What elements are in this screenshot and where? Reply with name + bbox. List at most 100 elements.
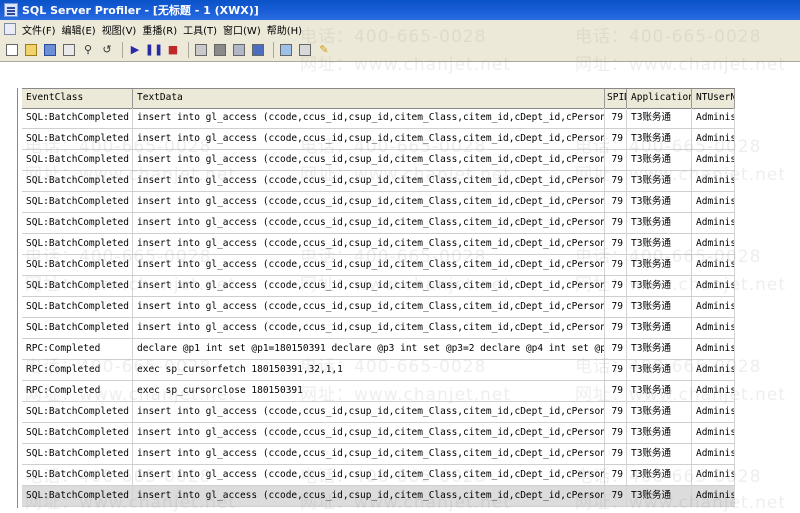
trace-row[interactable]: SQL:BatchCompleted insert into gl_access … [22, 276, 735, 297]
clear-icon[interactable]: ↺ [99, 42, 115, 58]
trace-row[interactable]: RPC:Completed exec sp_cursorfetch 1801503… [22, 360, 735, 381]
row-spid-cell: 79 [605, 213, 627, 233]
row-applicationname-cell: T3账务通 [627, 318, 692, 338]
row-ntusername-cell: Adminis... [692, 150, 735, 170]
row-applicationname-cell: T3账务通 [627, 402, 692, 422]
row-eventclass-cell: SQL:BatchCompleted [22, 423, 133, 443]
row-applicationname-cell: T3账务通 [627, 150, 692, 170]
row-spid-cell: 79 [605, 129, 627, 149]
grid-left-border [17, 88, 18, 508]
trace-row[interactable]: SQL:BatchCompleted insert into gl_access … [22, 255, 735, 276]
trace-row[interactable]: SQL:BatchCompleted insert into gl_access … [22, 129, 735, 150]
trace-row[interactable]: RPC:Completed declare @p1 int set @p1=180… [22, 339, 735, 360]
pencil-icon[interactable]: ✎ [316, 42, 332, 58]
row-spid-cell: 79 [605, 423, 627, 443]
document-window-icon[interactable] [4, 23, 16, 35]
row-spid-cell: 79 [605, 444, 627, 464]
row-ntusername-cell: Adminis... [692, 234, 735, 254]
trace-row[interactable]: SQL:BatchCompleted insert into gl_access … [22, 213, 735, 234]
row-ntusername-cell: Adminis... [692, 360, 735, 380]
columns-icon[interactable] [212, 42, 228, 58]
new-trace-icon[interactable] [4, 42, 20, 58]
column-header-applicationname[interactable]: ApplicationName [627, 89, 692, 108]
row-applicationname-cell: T3账务通 [627, 423, 692, 443]
properties-icon[interactable] [61, 42, 77, 58]
row-ntusername-cell: Adminis... [692, 297, 735, 317]
row-textdata-cell: insert into gl_access (ccode,ccus_id,csu… [133, 486, 605, 506]
column-header-textdata[interactable]: TextData [133, 89, 605, 108]
row-spid-cell: 79 [605, 297, 627, 317]
row-spid-cell: 79 [605, 381, 627, 401]
row-spid-cell: 79 [605, 171, 627, 191]
trace-row[interactable]: SQL:BatchCompleted insert into gl_access … [22, 402, 735, 423]
row-textdata-cell: insert into gl_access (ccode,ccus_id,csu… [133, 318, 605, 338]
row-applicationname-cell: T3账务通 [627, 129, 692, 149]
trace-row[interactable]: SQL:BatchCompleted insert into gl_access … [22, 108, 735, 129]
row-textdata-cell: insert into gl_access (ccode,ccus_id,csu… [133, 213, 605, 233]
find-icon[interactable]: ⚲ [80, 42, 96, 58]
column-header-ntusername[interactable]: NTUserName [692, 89, 735, 108]
row-eventclass-cell: SQL:BatchCompleted [22, 150, 133, 170]
row-eventclass-cell: SQL:BatchCompleted [22, 255, 133, 275]
row-textdata-cell: insert into gl_access (ccode,ccus_id,csu… [133, 108, 605, 128]
row-eventclass-cell: SQL:BatchCompleted [22, 465, 133, 485]
run-icon[interactable]: ▶ [127, 42, 143, 58]
events-icon[interactable] [250, 42, 266, 58]
row-eventclass-cell: SQL:BatchCompleted [22, 276, 133, 296]
row-spid-cell: 79 [605, 150, 627, 170]
row-ntusername-cell: Adminis... [692, 339, 735, 359]
menu-view[interactable]: 视图(V) [99, 22, 140, 37]
template-icon[interactable] [193, 42, 209, 58]
row-ntusername-cell: Adminis... [692, 276, 735, 296]
trace-row[interactable]: SQL:BatchCompleted insert into gl_access … [22, 465, 735, 486]
trace-row[interactable]: SQL:BatchCompleted insert into gl_access … [22, 423, 735, 444]
open-icon[interactable] [23, 42, 39, 58]
row-textdata-cell: exec sp_cursorfetch 180150391,32,1,1 [133, 360, 605, 380]
row-ntusername-cell: Adminis... [692, 171, 735, 191]
toolbar-separator [122, 41, 123, 58]
menu-file[interactable]: 文件(F) [19, 22, 59, 37]
toolbar-separator [188, 41, 189, 58]
stop-icon[interactable]: ■ [165, 42, 181, 58]
menu-tools[interactable]: 工具(T) [180, 22, 220, 37]
row-ntusername-cell: Adminis... [692, 192, 735, 212]
row-eventclass-cell: SQL:BatchCompleted [22, 486, 133, 506]
row-ntusername-cell: Adminis... [692, 381, 735, 401]
row-ntusername-cell: Adminis... [692, 318, 735, 338]
menu-edit[interactable]: 编辑(E) [59, 22, 99, 37]
trace-row[interactable]: SQL:BatchCompleted insert into gl_access … [22, 486, 735, 507]
row-textdata-cell: insert into gl_access (ccode,ccus_id,csu… [133, 150, 605, 170]
row-spid-cell: 79 [605, 234, 627, 254]
profiler-app-icon [4, 3, 18, 17]
column-header-eventclass[interactable]: EventClass [22, 89, 133, 108]
row-eventclass-cell: SQL:BatchCompleted [22, 318, 133, 338]
row-eventclass-cell: SQL:BatchCompleted [22, 192, 133, 212]
column-header-spid[interactable]: SPID [605, 89, 627, 108]
trace-row[interactable]: RPC:Completed exec sp_cursorclose 1801503… [22, 381, 735, 402]
trace-row[interactable]: SQL:BatchCompleted insert into gl_access … [22, 297, 735, 318]
menu-replay[interactable]: 重播(R) [139, 22, 180, 37]
chart-icon[interactable] [278, 42, 294, 58]
row-applicationname-cell: T3账务通 [627, 297, 692, 317]
row-ntusername-cell: Adminis... [692, 444, 735, 464]
row-textdata-cell: insert into gl_access (ccode,ccus_id,csu… [133, 423, 605, 443]
row-spid-cell: 79 [605, 465, 627, 485]
trace-row[interactable]: SQL:BatchCompleted insert into gl_access … [22, 150, 735, 171]
menu-window[interactable]: 窗口(W) [220, 22, 264, 37]
trace-row[interactable]: SQL:BatchCompleted insert into gl_access … [22, 192, 735, 213]
pause-icon[interactable]: ❚❚ [145, 42, 163, 58]
row-applicationname-cell: T3账务通 [627, 339, 692, 359]
row-ntusername-cell: Adminis... [692, 402, 735, 422]
row-textdata-cell: insert into gl_access (ccode,ccus_id,csu… [133, 171, 605, 191]
row-spid-cell: 79 [605, 339, 627, 359]
trace-row[interactable]: SQL:BatchCompleted insert into gl_access … [22, 318, 735, 339]
trace-row[interactable]: SQL:BatchCompleted insert into gl_access … [22, 234, 735, 255]
row-eventclass-cell: SQL:BatchCompleted [22, 444, 133, 464]
tuning-icon[interactable] [297, 42, 313, 58]
trace-row[interactable]: SQL:BatchCompleted insert into gl_access … [22, 444, 735, 465]
save-icon[interactable] [42, 42, 58, 58]
menu-help[interactable]: 帮助(H) [264, 22, 305, 37]
trace-row[interactable]: SQL:BatchCompleted insert into gl_access … [22, 171, 735, 192]
filter-icon[interactable] [231, 42, 247, 58]
row-textdata-cell: insert into gl_access (ccode,ccus_id,csu… [133, 297, 605, 317]
